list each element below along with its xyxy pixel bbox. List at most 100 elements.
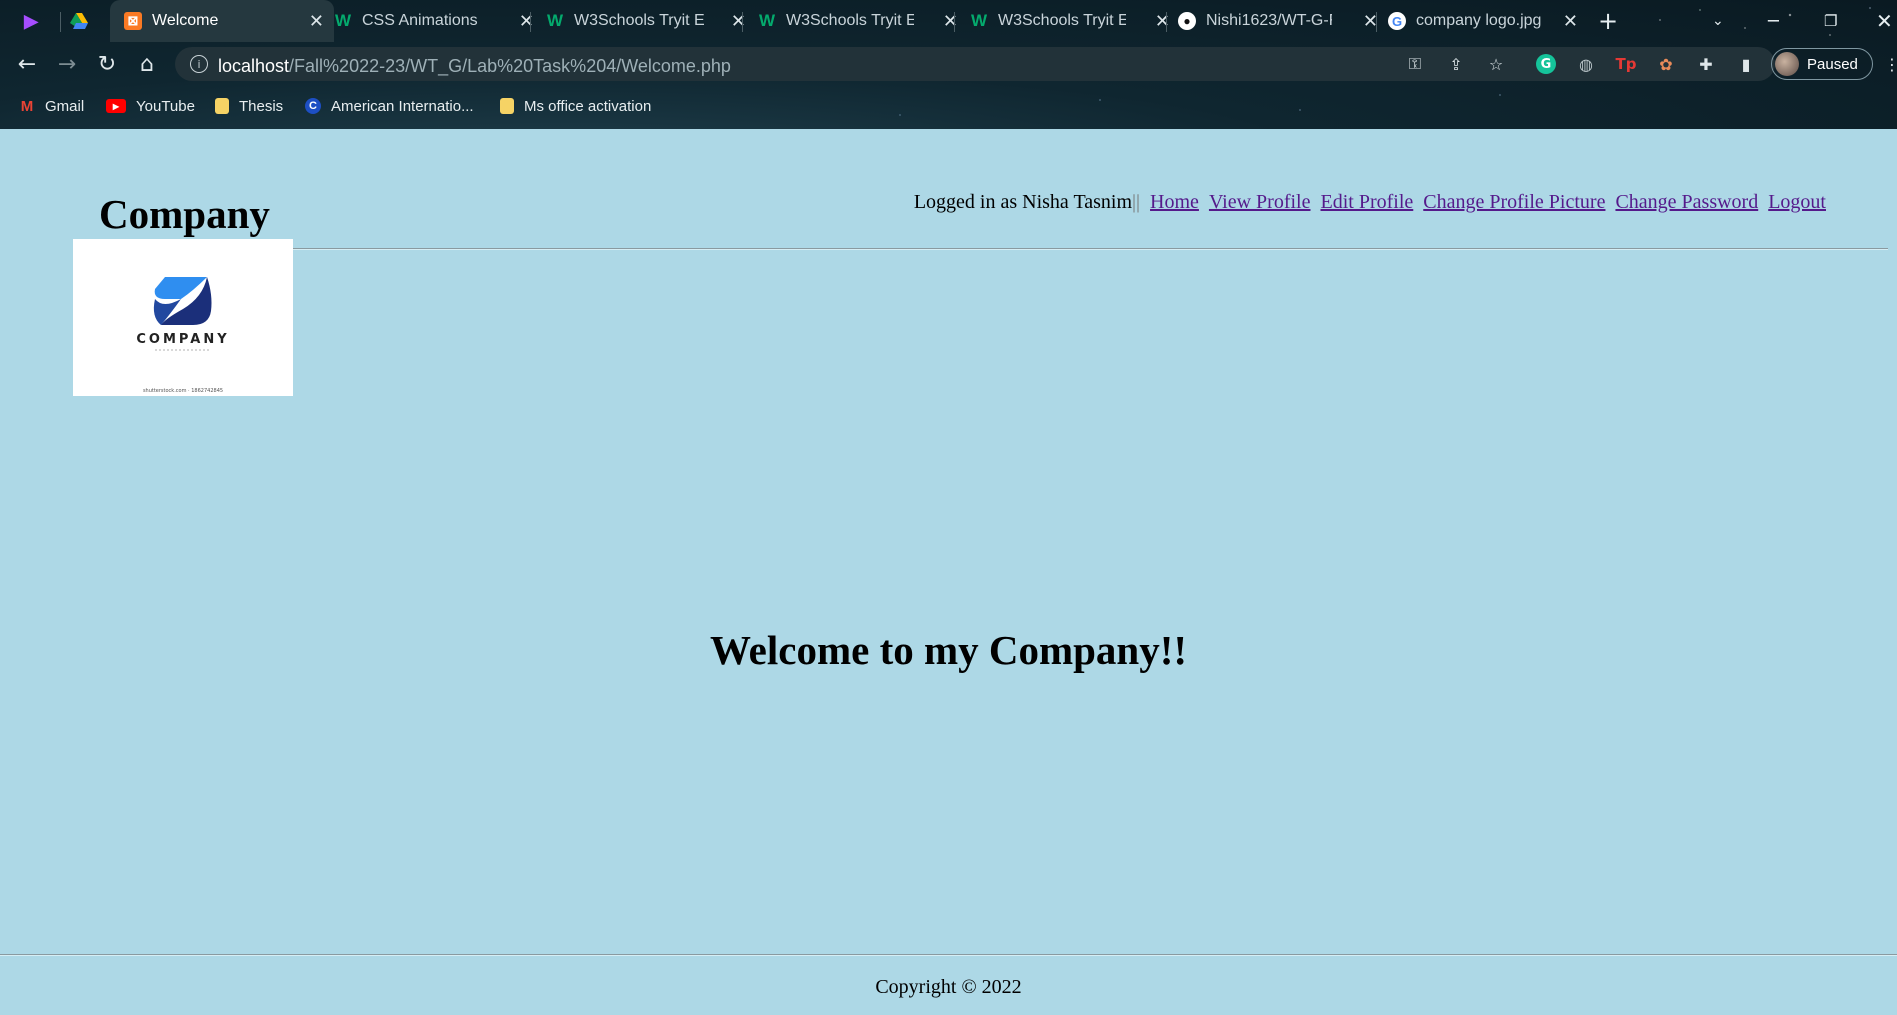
change-password-link[interactable]: Change Password bbox=[1615, 191, 1758, 213]
logout-link[interactable]: Logout bbox=[1768, 191, 1826, 213]
bookmark-gmail[interactable]: M Gmail bbox=[19, 93, 84, 119]
tab-search-button[interactable]: ⌄ bbox=[1712, 0, 1732, 42]
tab-separator bbox=[954, 12, 955, 32]
user-nav: Logged in as Nisha Tasnim|| Home View Pr… bbox=[914, 191, 1826, 214]
copyright-text: Copyright © 2022 bbox=[875, 976, 1022, 998]
logo-wordmark: COMPANY bbox=[136, 332, 229, 347]
avatar bbox=[1775, 52, 1799, 76]
puzzle-icon[interactable]: ✚ bbox=[1696, 54, 1716, 74]
aiub-icon: C bbox=[305, 98, 321, 114]
star-icon[interactable]: ☆ bbox=[1486, 54, 1506, 74]
restore-button[interactable]: ❐ bbox=[1824, 0, 1844, 42]
drive-icon bbox=[70, 12, 88, 30]
logged-in-text: Logged in as Nisha Tasnim bbox=[913, 191, 1133, 213]
reload-button[interactable]: ↻ bbox=[93, 50, 121, 78]
bookmark-youtube[interactable]: ▶ YouTube bbox=[106, 93, 195, 119]
tab-w3schools-3[interactable]: W W3Schools Tryit Ed ✕ bbox=[956, 0, 1180, 42]
tab-title: W3Schools Tryit Ed bbox=[998, 12, 1126, 29]
grammarly-icon[interactable]: G bbox=[1536, 54, 1556, 74]
globe-icon[interactable]: ◍ bbox=[1576, 54, 1596, 74]
w3schools-icon: W bbox=[546, 11, 564, 30]
profile-button[interactable]: Paused bbox=[1771, 48, 1873, 80]
close-icon: ✕ bbox=[1876, 9, 1893, 33]
bookmark-label: Ms office activation bbox=[524, 97, 652, 115]
nav-separator: || bbox=[1132, 191, 1141, 213]
minimize-button[interactable]: ─ bbox=[1768, 0, 1788, 42]
tab-strip: ▶ ⊠ Welcome ✕ W CSS Animations ✕ W W3Sch… bbox=[0, 0, 1897, 42]
new-tab-button[interactable]: + bbox=[1598, 0, 1624, 42]
bookmark-thesis[interactable]: Thesis bbox=[215, 93, 283, 119]
tab-pinned-drive[interactable] bbox=[70, 0, 110, 42]
address-url[interactable]: localhost/Fall%2022-23/WT_G/Lab%20Task%2… bbox=[218, 56, 731, 77]
home-link[interactable]: Home bbox=[1150, 191, 1199, 213]
forward-button[interactable]: → bbox=[53, 50, 81, 78]
page-content: Company Logged in as Nisha Tasnim|| Home… bbox=[0, 129, 1897, 1015]
footer-divider bbox=[0, 954, 1897, 956]
bookmark-label: Gmail bbox=[45, 97, 85, 115]
tab-w3schools-2[interactable]: W W3Schools Tryit Ed ✕ bbox=[744, 0, 968, 42]
company-logo-mark: COMPANY shutterstock.com · 1862742845 bbox=[136, 277, 229, 394]
bookmark-ms-office[interactable]: Ms office activation bbox=[500, 93, 651, 119]
share-icon[interactable]: ⇪ bbox=[1446, 54, 1466, 74]
close-icon[interactable]: ✕ bbox=[1563, 11, 1578, 32]
back-button[interactable]: ← bbox=[13, 50, 41, 78]
w3schools-icon: W bbox=[334, 11, 352, 30]
tab-w3schools-1[interactable]: W W3Schools Tryit Ed ✕ bbox=[532, 0, 756, 42]
restore-icon: ❐ bbox=[1824, 12, 1838, 30]
profile-status: Paused bbox=[1807, 55, 1858, 73]
bookmarks-bar: M Gmail ▶ YouTube Thesis C American Inte… bbox=[0, 93, 1897, 119]
folder-icon bbox=[215, 98, 229, 114]
browser-toolbar: ← → ↻ ⌂ i localhost/Fall%2022-23/WT_G/La… bbox=[0, 42, 1897, 86]
header-divider bbox=[292, 248, 1888, 250]
arrow-left-icon: ← bbox=[17, 51, 37, 77]
change-profile-picture-link[interactable]: Change Profile Picture bbox=[1423, 191, 1605, 213]
tab-separator bbox=[1376, 12, 1377, 32]
home-icon: ⌂ bbox=[140, 51, 154, 77]
welcome-message: Welcome to my Company!! bbox=[709, 627, 1188, 673]
bookmark-label: American Internatio... bbox=[331, 97, 474, 115]
plus-icon: + bbox=[1598, 7, 1619, 35]
window-close-button[interactable]: ✕ bbox=[1876, 0, 1896, 42]
tab-company-logo[interactable]: G company logo.jpg ✕ bbox=[1378, 0, 1588, 42]
url-path: /Fall%2022-23/WT_G/Lab%20Task%204/Welcom… bbox=[289, 56, 731, 76]
chevron-down-icon: ⌄ bbox=[1712, 13, 1724, 29]
tab-title: CSS Animations bbox=[362, 12, 478, 29]
view-profile-link[interactable]: View Profile bbox=[1209, 191, 1311, 213]
tab-css-animations[interactable]: W CSS Animations ✕ bbox=[320, 0, 544, 42]
tab-separator bbox=[530, 12, 531, 32]
url-host: localhost bbox=[218, 56, 290, 76]
tab-separator bbox=[1166, 12, 1167, 32]
side-panel-icon[interactable]: ▮ bbox=[1736, 54, 1756, 74]
gmail-icon: M bbox=[20, 97, 34, 115]
bookmark-label: YouTube bbox=[136, 97, 195, 115]
bookmark-label: Thesis bbox=[239, 97, 284, 115]
tab-pinned-play[interactable]: ▶ bbox=[22, 0, 62, 42]
logo-caption: shutterstock.com · 1862742845 bbox=[143, 388, 223, 394]
browser-chrome: ▶ ⊠ Welcome ✕ W CSS Animations ✕ W W3Sch… bbox=[0, 0, 1897, 129]
minimize-icon: ─ bbox=[1768, 10, 1779, 32]
company-logo-image: COMPANY shutterstock.com · 1862742845 bbox=[73, 239, 293, 396]
tab-title: Welcome bbox=[152, 12, 219, 29]
youtube-icon: ▶ bbox=[106, 99, 126, 113]
extension-tp-icon[interactable]: Tp bbox=[1616, 54, 1637, 74]
key-icon[interactable]: ⚿ bbox=[1405, 54, 1425, 74]
tab-github[interactable]: ● Nishi1623/WT-G-F ✕ bbox=[1168, 0, 1388, 42]
edit-profile-link[interactable]: Edit Profile bbox=[1321, 191, 1414, 213]
menu-icon[interactable]: ⋮ bbox=[1882, 54, 1897, 74]
github-icon: ● bbox=[1178, 12, 1196, 30]
bookmark-american-international[interactable]: C American Internatio... bbox=[305, 93, 474, 119]
tab-separator bbox=[742, 12, 743, 32]
play-icon: ▶ bbox=[24, 10, 38, 31]
tab-title: Nishi1623/WT-G-F bbox=[1206, 12, 1332, 29]
xampp-icon: ⊠ bbox=[124, 12, 142, 30]
google-icon: G bbox=[1388, 12, 1406, 30]
tab-title: W3Schools Tryit Ed bbox=[786, 12, 914, 29]
tab-welcome[interactable]: ⊠ Welcome ✕ bbox=[110, 0, 334, 42]
home-button[interactable]: ⌂ bbox=[133, 50, 161, 78]
folder-icon bbox=[500, 98, 514, 114]
tab-title: W3Schools Tryit Ed bbox=[574, 12, 704, 29]
tab-title: company logo.jpg bbox=[1416, 12, 1542, 29]
cookie-icon[interactable]: ✿ bbox=[1656, 54, 1676, 74]
info-icon[interactable]: i bbox=[190, 55, 208, 73]
w3schools-icon: W bbox=[758, 11, 776, 30]
